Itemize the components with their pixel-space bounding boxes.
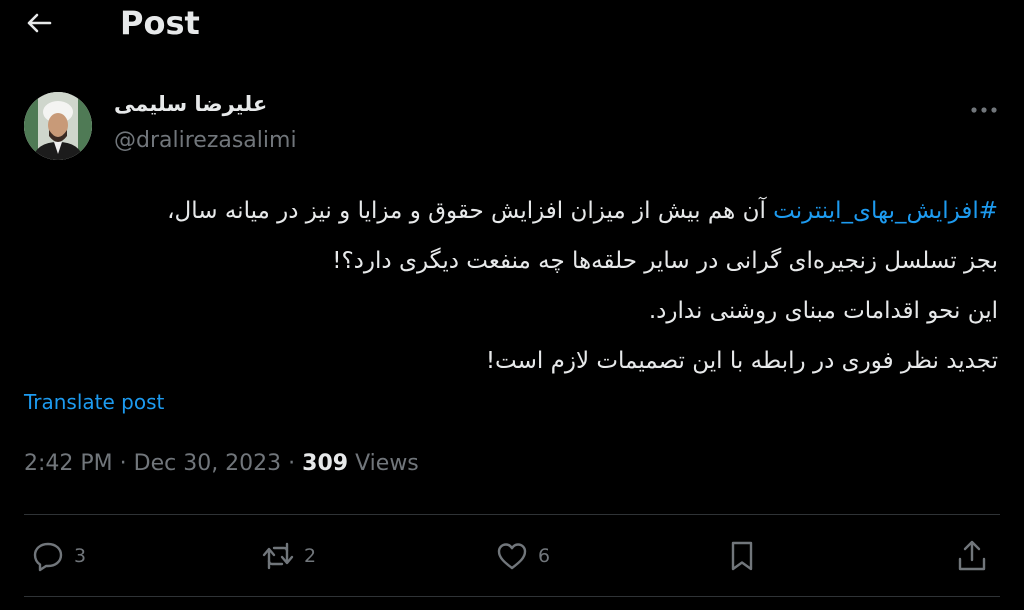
page-title: Post	[120, 4, 200, 42]
tweet-line-4: تجدید نظر فوری در رابطه با این تصمیمات ل…	[485, 348, 998, 374]
post-page: Post علیرضا سلیمی @dralirezasalimi #افزا…	[0, 0, 1024, 610]
share-icon	[958, 540, 986, 571]
divider-bottom	[24, 596, 1000, 597]
header: Post	[0, 0, 1024, 52]
repost-icon	[262, 542, 294, 570]
tweet-line-2: بجز تسلسل زنجیره‌ای گرانی در سایر حلقه‌ه…	[332, 248, 998, 274]
reply-count: 3	[74, 545, 87, 567]
hashtag-link[interactable]: #افزایش_بهای_اینترنت	[773, 198, 998, 224]
views-count: 309	[302, 451, 349, 476]
reply-icon	[33, 542, 63, 572]
tweet-line-1-text: آن هم بیش از میزان افزایش حقوق و مزایا و…	[167, 198, 774, 224]
tweet-line-1: #افزایش_بهای_اینترنت آن هم بیش از میزان …	[18, 186, 998, 236]
more-icon	[971, 107, 997, 113]
post-time[interactable]: 2:42 PM	[24, 451, 113, 476]
author-handle[interactable]: @dralirezasalimi	[114, 128, 297, 153]
reply-button[interactable]: 3	[30, 536, 86, 576]
views-label: Views	[348, 451, 419, 476]
like-icon	[497, 543, 527, 570]
divider-top	[24, 514, 1000, 515]
like-button[interactable]: 6	[494, 536, 550, 576]
post-date[interactable]: Dec 30, 2023	[134, 451, 282, 476]
tweet-text: #افزایش_بهای_اینترنت آن هم بیش از میزان …	[18, 186, 998, 386]
avatar[interactable]	[24, 92, 92, 160]
back-arrow-icon	[27, 13, 52, 33]
repost-count: 2	[304, 545, 317, 567]
bookmark-button[interactable]	[724, 536, 760, 576]
author-name[interactable]: علیرضا سلیمی	[114, 92, 267, 116]
like-count: 6	[538, 545, 551, 567]
avatar-image	[24, 92, 92, 160]
meta-separator-2: ·	[281, 451, 303, 476]
tweet-line-3: این نحو اقدامات مبنای روشنی ندارد.	[648, 298, 998, 324]
repost-button[interactable]: 2	[260, 536, 316, 576]
bookmark-icon	[731, 541, 753, 571]
back-button[interactable]	[22, 6, 56, 40]
translate-post-link[interactable]: Translate post	[24, 390, 164, 414]
more-button[interactable]	[966, 96, 1002, 124]
share-button[interactable]	[954, 536, 990, 576]
post-meta: 2:42 PM · Dec 30, 2023 · 309 Views	[24, 451, 419, 476]
meta-separator-1: ·	[112, 451, 134, 476]
